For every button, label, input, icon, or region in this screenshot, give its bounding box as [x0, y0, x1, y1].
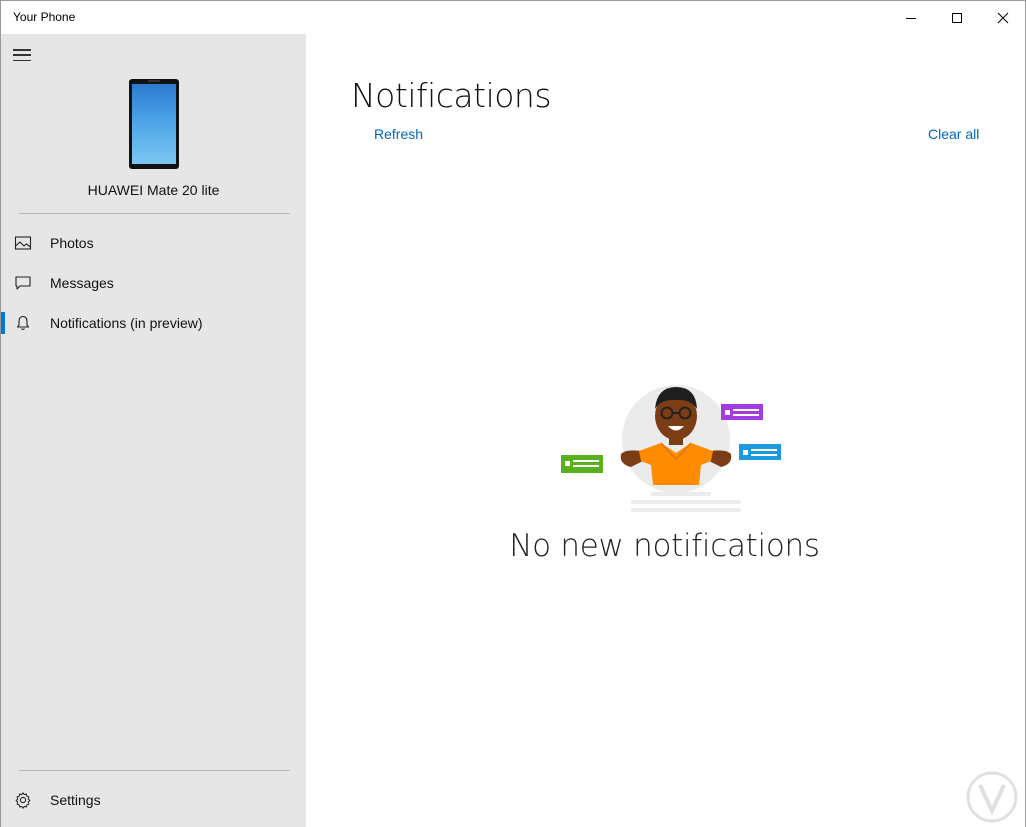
sidebar-item-settings[interactable]: Settings	[1, 780, 306, 820]
title-bar[interactable]: Your Phone	[1, 1, 1025, 34]
empty-state-message: No new notifications	[306, 528, 1025, 564]
close-button[interactable]	[980, 1, 1026, 34]
bell-icon	[16, 315, 30, 331]
sidebar-item-label: Photos	[50, 235, 94, 251]
sidebar-divider	[19, 213, 290, 214]
sidebar-item-label: Settings	[50, 792, 101, 808]
sidebar-item-photos[interactable]: Photos	[1, 223, 306, 263]
minimize-button[interactable]	[888, 1, 934, 34]
clear-all-button[interactable]: Clear all	[928, 126, 979, 142]
sidebar-divider	[19, 770, 290, 771]
page-title: Notifications	[351, 76, 552, 115]
empty-notifications-illustration	[561, 385, 781, 512]
window-title: Your Phone	[13, 10, 76, 24]
sidebar-item-label: Messages	[50, 275, 114, 291]
maximize-icon	[952, 12, 962, 23]
maximize-button[interactable]	[934, 1, 980, 34]
sidebar-item-label: Notifications (in preview)	[50, 315, 203, 331]
minimize-icon	[906, 17, 916, 19]
main-content: Notifications Refresh Clear all No new n…	[306, 34, 1025, 827]
messages-icon	[15, 276, 31, 290]
sidebar: HUAWEI Mate 20 lite Photos Messages Noti…	[1, 34, 306, 827]
sidebar-item-messages[interactable]: Messages	[1, 263, 306, 303]
sidebar-item-notifications[interactable]: Notifications (in preview)	[1, 303, 306, 343]
phone-image	[129, 79, 179, 169]
device-name: HUAWEI Mate 20 lite	[87, 182, 220, 198]
hamburger-menu-icon[interactable]	[13, 48, 31, 62]
active-indicator	[1, 312, 5, 334]
app-window: Your Phone HUAWEI Mate 20 lite Photos Me…	[0, 0, 1026, 827]
close-icon	[997, 12, 1009, 23]
refresh-button[interactable]: Refresh	[374, 126, 423, 142]
watermark-logo	[966, 771, 1018, 823]
gear-icon	[15, 792, 31, 809]
photos-icon	[14, 236, 32, 250]
empty-state-text: No new notifications	[509, 528, 820, 564]
